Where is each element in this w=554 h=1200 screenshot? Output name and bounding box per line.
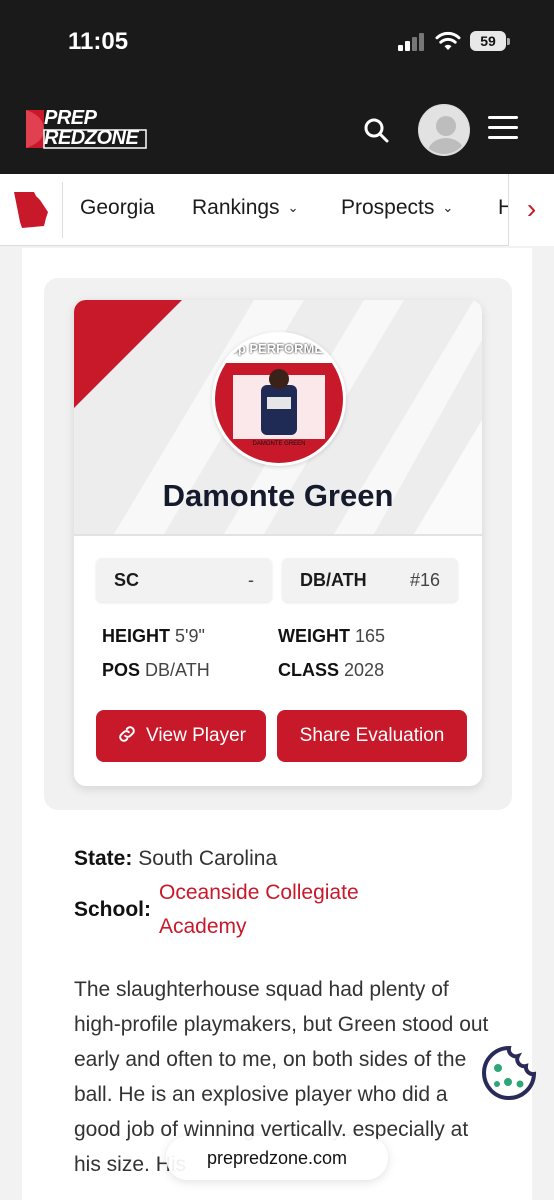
weight-stat: WEIGHT 165 (278, 626, 386, 646)
state-rank: - (248, 570, 254, 590)
school-detail: School: Oceanside Collegiate Academy (74, 876, 359, 944)
nav-item-georgia[interactable]: Georgia (80, 196, 155, 220)
player-card-header: top PERFORMER DAMONTE GREEN Damonte Gree… (74, 300, 482, 534)
cookie-icon[interactable] (480, 1044, 538, 1102)
state-rank-chip: SC - (96, 558, 272, 602)
georgia-state-icon[interactable] (8, 188, 52, 232)
wifi-icon (435, 31, 461, 50)
nav-scroll-right-button[interactable]: › (508, 174, 554, 246)
status-bar: 11:05 59 (0, 0, 554, 96)
status-time: 11:05 (68, 28, 129, 55)
photo-name-text: DAMONTE GREEN (252, 441, 306, 447)
view-player-button[interactable]: View Player (96, 710, 266, 762)
position-rank: #16 (409, 570, 440, 590)
nav-item-prospects[interactable]: Prospects ⌄ (341, 196, 453, 220)
chevron-right-icon: › (526, 193, 537, 224)
player-name: Damonte Green (162, 478, 394, 513)
user-avatar[interactable] (418, 104, 470, 156)
state-abbr: SC (114, 570, 140, 590)
share-evaluation-button[interactable]: Share Evaluation (277, 710, 467, 762)
nav-divider (62, 182, 63, 238)
photo-banner-text: top PERFORMER (225, 341, 333, 356)
school-link[interactable]: Oceanside Collegiate Academy (159, 876, 359, 944)
position-rank-chip: DB/ATH #16 (282, 558, 458, 602)
search-icon[interactable] (360, 114, 392, 146)
player-card: top PERFORMER DAMONTE GREEN Damonte Gree… (74, 300, 482, 786)
user-silhouette-icon (420, 106, 468, 154)
chevron-down-icon: ⌄ (442, 200, 454, 216)
class-stat: CLASS 2028 (278, 660, 385, 680)
position-abbr: DB/ATH (300, 570, 367, 590)
chevron-down-icon: ⌄ (287, 200, 299, 216)
state-detail: State: South Carolina (74, 847, 278, 870)
state-nav-bar: Georgia Rankings ⌄ Prospects ⌄ H › (0, 174, 554, 246)
hamburger-menu-icon[interactable] (488, 116, 518, 142)
player-photo: top PERFORMER DAMONTE GREEN (212, 332, 346, 466)
evaluation-panel: top PERFORMER DAMONTE GREEN Damonte Gree… (22, 248, 532, 1200)
card-divider (74, 534, 482, 536)
browser-url-bar[interactable]: prepredzone.com (166, 1136, 388, 1180)
battery-indicator: 59 (470, 31, 510, 51)
logo-line-1: PREP (44, 107, 97, 129)
cell-signal-icon (398, 33, 426, 51)
link-icon (119, 726, 135, 742)
height-stat: HEIGHT 5'9" (102, 626, 205, 646)
logo-line-2: REDZONE (44, 127, 139, 149)
position-stat: POS DB/ATH (102, 660, 210, 680)
app-header: PREP REDZONE (0, 96, 554, 174)
player-card-container: top PERFORMER DAMONTE GREEN Damonte Gree… (44, 278, 512, 810)
prep-redzone-logo[interactable]: PREP REDZONE (22, 106, 150, 152)
nav-item-rankings[interactable]: Rankings ⌄ (192, 196, 298, 220)
